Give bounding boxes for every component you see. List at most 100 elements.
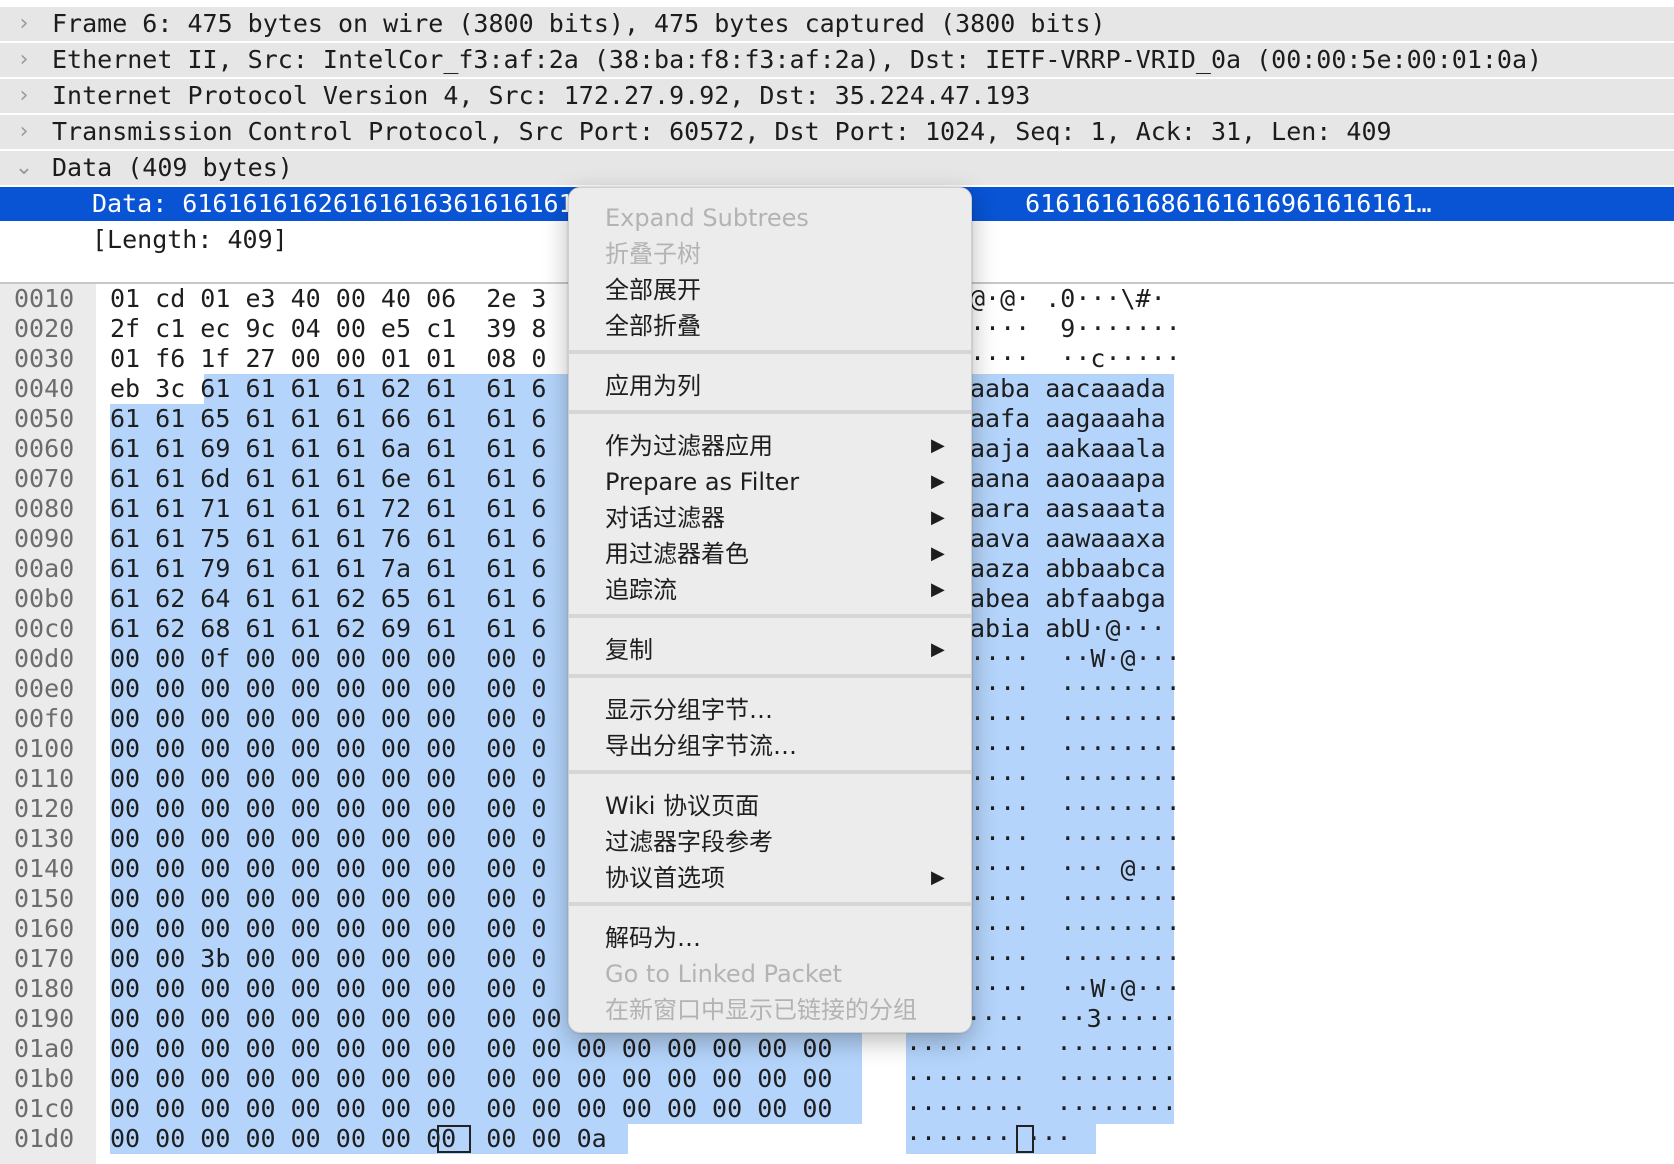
chevron-right-icon[interactable]: ›	[14, 115, 34, 149]
hex-bytes[interactable]: 01 f6 1f 27 00 00 01 01 08 0	[110, 344, 547, 374]
menu-item[interactable]: 用过滤器着色 ▶	[569, 536, 971, 572]
ascii-bytes[interactable]: aava aawaaaxa	[970, 524, 1166, 554]
hex-bytes[interactable]: 00 00 3b 00 00 00 00 00 00 0	[110, 944, 547, 974]
hex-bytes[interactable]: 00 00 00 00 00 00 00 00 00 0	[110, 734, 547, 764]
menu-item: Go to Linked Packet	[569, 956, 971, 992]
ascii-bytes[interactable]: ···· ········	[970, 884, 1181, 914]
hex-bytes[interactable]: 00 00 00 00 00 00 00 00 00 0	[110, 794, 547, 824]
hex-bytes[interactable]: 61 61 75 61 61 61 76 61 61 6	[110, 524, 547, 554]
ascii-bytes[interactable]: ···· ··c·····	[970, 344, 1181, 374]
chevron-right-icon[interactable]: ›	[14, 7, 34, 41]
menu-separator	[569, 350, 971, 354]
chevron-right-icon[interactable]: ›	[14, 43, 34, 77]
hex-offset: 0100	[14, 734, 75, 763]
menu-item-label: 全部折叠	[605, 312, 701, 340]
menu-item[interactable]: Prepare as Filter ▶	[569, 464, 971, 500]
ascii-bytes[interactable]: ········ ········	[906, 1034, 1177, 1064]
ascii-bytes[interactable]: ···· ········	[970, 734, 1181, 764]
submenu-arrow-icon: ▶	[931, 507, 945, 528]
ascii-bytes[interactable]: aaba aacaaada	[970, 374, 1166, 404]
hex-bytes[interactable]: 61 61 79 61 61 61 7a 61 61 6	[110, 554, 547, 584]
menu-item[interactable]: 复制 ▶	[569, 632, 971, 668]
chevron-down-icon[interactable]: ⌄	[14, 151, 34, 185]
ascii-bytes[interactable]: ···· ········	[970, 794, 1181, 824]
ascii-bytes[interactable]: ······· ···	[906, 1124, 1072, 1154]
tree-row-data[interactable]: ⌄ Data (409 bytes)	[0, 151, 1674, 185]
menu-item[interactable]: 过滤器字段参考	[569, 824, 971, 860]
menu-item[interactable]: 作为过滤器应用 ▶	[569, 428, 971, 464]
hex-bytes[interactable]: 00 00 00 00 00 00 00 00 00 0	[110, 764, 547, 794]
hex-bytes[interactable]: 61 61 69 61 61 61 6a 61 61 6	[110, 434, 547, 464]
ascii-bytes[interactable]: ···· 9·······	[970, 314, 1181, 344]
ascii-bytes[interactable]: aana aaoaaapa	[970, 464, 1166, 494]
menu-item[interactable]: 显示分组字节…	[569, 692, 971, 728]
chevron-right-icon[interactable]: ›	[14, 79, 34, 113]
hex-bytes[interactable]: 61 62 68 61 61 62 69 61 61 6	[110, 614, 547, 644]
hex-bytes[interactable]: 01 cd 01 e3 40 00 40 06 2e 3	[110, 284, 547, 314]
submenu-arrow-icon: ▶	[931, 579, 945, 600]
ascii-bytes[interactable]: ···· ········	[970, 914, 1181, 944]
hex-bytes[interactable]: 00 00 00 00 00 00 00 00 00 00 00 00 00 0…	[110, 1034, 832, 1064]
hex-bytes[interactable]: 2f c1 ec 9c 04 00 e5 c1 39 8	[110, 314, 547, 344]
ascii-bytes[interactable]: ···· ········	[970, 944, 1181, 974]
tree-row-label: Transmission Control Protocol, Src Port:…	[52, 117, 1392, 146]
hex-bytes[interactable]: 00 00 00 00 00 00 00 00 00 0	[110, 884, 547, 914]
hex-bytes[interactable]: 00 00 00 00 00 00 00 00 00 0	[110, 674, 547, 704]
menu-item[interactable]: 对话过滤器 ▶	[569, 500, 971, 536]
hex-offset: 00d0	[14, 644, 75, 673]
ascii-bytes[interactable]: aaza abbaabca	[970, 554, 1166, 584]
tree-row-tcp[interactable]: › Transmission Control Protocol, Src Por…	[0, 115, 1674, 149]
menu-item[interactable]: 解码为…	[569, 920, 971, 956]
hex-bytes[interactable]: 00 00 00 00 00 00 00 00 00 0	[110, 704, 547, 734]
ascii-bytes[interactable]: abea abfaabga	[970, 584, 1166, 614]
hex-bytes[interactable]: 00 00 0f 00 00 00 00 00 00 0	[110, 644, 547, 674]
hex-bytes[interactable]: 61 62 64 61 61 62 65 61 61 6	[110, 584, 547, 614]
ascii-bytes[interactable]: ···· ··W·@···	[970, 644, 1181, 674]
ascii-bytes[interactable]: ········ ········	[906, 1094, 1177, 1124]
menu-item-label: Wiki 协议页面	[605, 792, 760, 820]
hex-offset: 01b0	[14, 1064, 75, 1093]
ascii-bytes[interactable]: ···· ········	[970, 674, 1181, 704]
menu-item[interactable]: 全部展开	[569, 272, 971, 308]
menu-item[interactable]: 导出分组字节流…	[569, 728, 971, 764]
hex-bytes[interactable]: 61 61 71 61 61 61 72 61 61 6	[110, 494, 547, 524]
menu-item[interactable]: 协议首选项 ▶	[569, 860, 971, 896]
ascii-bytes[interactable]: aara aasaaata	[970, 494, 1166, 524]
hex-bytes[interactable]: 00 00 00 00 00 00 00 00 00 0	[110, 974, 547, 1004]
ascii-bytes[interactable]: aaja aakaaala	[970, 434, 1166, 464]
menu-separator	[569, 614, 971, 618]
hex-bytes[interactable]: eb 3c 61 61 61 61 62 61 61 6	[110, 374, 547, 404]
hex-offset: 0130	[14, 824, 75, 853]
tree-row-label: Ethernet II, Src: IntelCor_f3:af:2a (38:…	[52, 45, 1543, 74]
tree-row-label: Data (409 bytes)	[52, 153, 293, 182]
hex-bytes[interactable]: 61 61 6d 61 61 61 6e 61 61 6	[110, 464, 547, 494]
hex-bytes[interactable]: 00 00 00 00 00 00 00 00 00 00 00 00 00 0…	[110, 1094, 832, 1124]
hex-row: 01d0 00 00 00 00 00 00 00 00 00 00 0a ····…	[0, 1124, 1674, 1154]
ascii-bytes[interactable]: aafa aagaaaha	[970, 404, 1166, 434]
menu-item-label: 显示分组字节…	[605, 696, 773, 724]
hex-bytes[interactable]: 00 00 00 00 00 00 00 00 00 0	[110, 914, 547, 944]
ascii-bytes[interactable]: ···· ··W·@···	[970, 974, 1181, 1004]
ascii-bytes[interactable]: ···· ········	[970, 824, 1181, 854]
ascii-bytes[interactable]: @·@· .0···\#·	[970, 284, 1166, 314]
ascii-bytes[interactable]: ···· ········	[970, 764, 1181, 794]
hex-offset: 0090	[14, 524, 75, 553]
menu-item-label: Expand Subtrees	[605, 204, 809, 232]
hex-bytes[interactable]: 00 00 00 00 00 00 00 00 00 0	[110, 824, 547, 854]
hex-offset: 01c0	[14, 1094, 75, 1123]
menu-item[interactable]: 全部折叠	[569, 308, 971, 344]
ascii-bytes[interactable]: ···· ········	[970, 704, 1181, 734]
menu-item[interactable]: 应用为列	[569, 368, 971, 404]
hex-bytes[interactable]: 00 00 00 00 00 00 00 00 00 00 00 00 00 0…	[110, 1064, 832, 1094]
hex-bytes[interactable]: 61 61 65 61 61 61 66 61 61 6	[110, 404, 547, 434]
ascii-bytes[interactable]: ···· ··· @···	[970, 854, 1181, 884]
ascii-bytes[interactable]: ········ ········	[906, 1064, 1177, 1094]
menu-item[interactable]: 追踪流 ▶	[569, 572, 971, 608]
hex-bytes[interactable]: 00 00 00 00 00 00 00 00 00 0	[110, 854, 547, 884]
tree-row-ethernet[interactable]: › Ethernet II, Src: IntelCor_f3:af:2a (3…	[0, 43, 1674, 77]
tree-row-ipv4[interactable]: › Internet Protocol Version 4, Src: 172.…	[0, 79, 1674, 113]
hex-bytes[interactable]: 00 00 00 00 00 00 00 00 00 00 0a	[110, 1124, 607, 1154]
ascii-bytes[interactable]: abia abU·@···	[970, 614, 1166, 644]
menu-item[interactable]: Wiki 协议页面	[569, 788, 971, 824]
tree-row-frame[interactable]: › Frame 6: 475 bytes on wire (3800 bits)…	[0, 7, 1674, 41]
